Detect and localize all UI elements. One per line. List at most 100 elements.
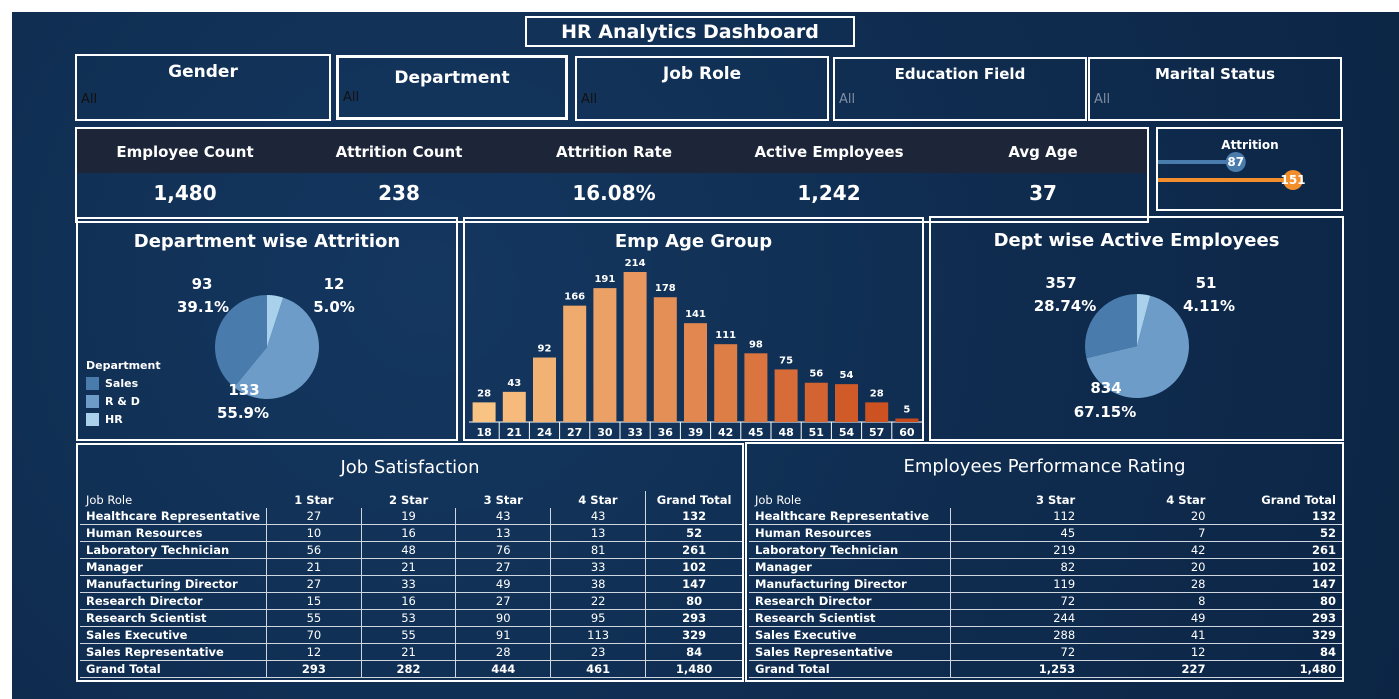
filter-gender[interactable]: Gender All bbox=[75, 54, 331, 121]
table-cell: 33 bbox=[360, 575, 456, 593]
age-bar bbox=[502, 391, 526, 422]
dashboard-title: HR Analytics Dashboard bbox=[525, 16, 855, 47]
age-bar bbox=[865, 402, 889, 422]
legend-item-hr[interactable]: HR bbox=[86, 413, 161, 426]
table-cell: 23 bbox=[550, 643, 646, 661]
kpi-value: 16.08% bbox=[572, 181, 656, 205]
table-cell: 49 bbox=[455, 575, 551, 593]
table-cell: 16 bbox=[360, 524, 456, 542]
filter-label: Job Role bbox=[662, 64, 742, 84]
table-cell: 13 bbox=[550, 524, 646, 542]
table-cell: 13 bbox=[455, 524, 551, 542]
table-cell: 10 bbox=[266, 524, 362, 542]
grand-total-row: Grand Total 293 282 444 461 1,480 bbox=[80, 660, 742, 678]
table-row: Human Resources 10 16 13 13 52 bbox=[80, 524, 742, 542]
age-bar bbox=[472, 402, 496, 422]
table-cell: 95 bbox=[550, 609, 646, 627]
filter-label: Department bbox=[394, 68, 510, 88]
table-cell: 28 bbox=[1081, 575, 1212, 593]
table-cell: 27 bbox=[266, 575, 362, 593]
table-cell: 56 bbox=[266, 541, 362, 559]
legend-title: Department bbox=[86, 359, 161, 372]
row-label: Grand Total bbox=[80, 660, 267, 678]
col-header: 3 Star bbox=[1035, 492, 1076, 507]
table-cell: 288 bbox=[950, 626, 1082, 644]
table-cell: 7 bbox=[1081, 524, 1212, 542]
dashboard-canvas: HR Analytics Dashboard Gender All Depart… bbox=[12, 12, 1399, 699]
age-bar bbox=[714, 344, 738, 422]
filter-label: Marital Status bbox=[1154, 65, 1276, 83]
age-bar bbox=[744, 353, 768, 422]
row-label: Sales Representative bbox=[80, 643, 267, 661]
table-row: Laboratory Technician 219 42 261 bbox=[749, 541, 1342, 559]
table-cell: 119 bbox=[950, 575, 1082, 593]
grand-total-row: Grand Total 1,253 227 1,480 bbox=[749, 660, 1342, 678]
table-cell: 42 bbox=[1081, 541, 1212, 559]
bar-value-label: 28 bbox=[477, 388, 491, 399]
filter-value: All bbox=[839, 92, 856, 107]
filter-job-role[interactable]: Job Role All bbox=[575, 56, 829, 121]
row-label: Manufacturing Director bbox=[80, 575, 267, 593]
table-cell: 1,480 bbox=[1211, 660, 1342, 678]
row-label: Research Director bbox=[749, 592, 952, 610]
panel-active-employees: Dept wise Active Employees 357 28.74% 51… bbox=[929, 216, 1344, 441]
table-row: Research Director 15 16 27 22 80 bbox=[80, 592, 742, 610]
filter-label: Gender bbox=[168, 62, 238, 82]
filter-department[interactable]: Department All bbox=[336, 55, 568, 120]
row-label: Sales Executive bbox=[749, 626, 952, 644]
table-cell: 27 bbox=[266, 508, 362, 525]
table-row: Healthcare Representative 27 19 43 43 132 bbox=[80, 508, 742, 525]
job-satisfaction-table: Job Role 1 Star 2 Star 3 Star 4 Star Gra… bbox=[80, 491, 742, 678]
rd-count-label: 834 bbox=[1090, 379, 1122, 397]
table-cell: 72 bbox=[950, 592, 1082, 610]
table-row: Manager 21 21 27 33 102 bbox=[80, 558, 742, 576]
table-cell: 55 bbox=[266, 609, 362, 627]
table-cell: 52 bbox=[1211, 524, 1342, 542]
kpi-label: Attrition Count bbox=[335, 143, 463, 161]
bar-value-label: 166 bbox=[564, 292, 585, 303]
x-tick-label: 27 bbox=[567, 426, 582, 439]
filter-education-field[interactable]: Education Field All bbox=[833, 57, 1087, 121]
table-cell: 15 bbox=[266, 592, 362, 610]
table-cell: 19 bbox=[360, 508, 456, 525]
bar-value-label: 43 bbox=[507, 378, 521, 389]
age-bar bbox=[593, 288, 617, 422]
attrition-title: Attrition bbox=[1221, 138, 1278, 152]
table-cell: 293 bbox=[1211, 609, 1342, 627]
hr-pct-label: 5.0% bbox=[313, 298, 355, 316]
filter-marital-status[interactable]: Marital Status All bbox=[1088, 57, 1342, 121]
table-row: Research Scientist 55 53 90 95 293 bbox=[80, 609, 742, 627]
filter-value: All bbox=[1094, 92, 1111, 107]
table-cell: 21 bbox=[360, 643, 456, 661]
x-tick-label: 54 bbox=[839, 426, 855, 439]
table-cell: 91 bbox=[455, 626, 551, 644]
table-cell: 12 bbox=[1081, 643, 1212, 661]
rd-pct-label: 67.15% bbox=[1073, 403, 1137, 421]
bar-value-label: 214 bbox=[625, 258, 646, 269]
table-cell: 43 bbox=[550, 508, 646, 525]
table-cell: 147 bbox=[645, 575, 742, 593]
table-cell: 293 bbox=[266, 660, 362, 678]
legend-item-rd[interactable]: R & D bbox=[86, 395, 161, 408]
table-cell: 82 bbox=[950, 558, 1082, 576]
col-header: 4 Star bbox=[1166, 492, 1206, 507]
table-cell: 43 bbox=[455, 508, 551, 525]
table-cell: 261 bbox=[1211, 541, 1342, 559]
kpi-value: 1,480 bbox=[153, 181, 217, 205]
table-row: Sales Executive 70 55 91 113 329 bbox=[80, 626, 742, 644]
table-cell: 227 bbox=[1081, 660, 1212, 678]
x-tick-label: 42 bbox=[718, 426, 733, 439]
x-tick-label: 45 bbox=[748, 426, 763, 439]
col-header: 4 Star bbox=[578, 492, 618, 507]
filter-value: All bbox=[343, 90, 360, 105]
legend-item-sales[interactable]: Sales bbox=[86, 377, 161, 390]
row-label: Human Resources bbox=[80, 524, 267, 542]
attrition-bar bbox=[1158, 178, 1293, 182]
kpi-value: 238 bbox=[378, 181, 420, 205]
table-row: Sales Representative 72 12 84 bbox=[749, 643, 1342, 661]
table-cell: 444 bbox=[455, 660, 551, 678]
bar-value-label: 75 bbox=[779, 355, 793, 366]
table-cell: 48 bbox=[360, 541, 456, 559]
table-cell: 261 bbox=[645, 541, 742, 559]
filter-value: All bbox=[581, 92, 598, 107]
